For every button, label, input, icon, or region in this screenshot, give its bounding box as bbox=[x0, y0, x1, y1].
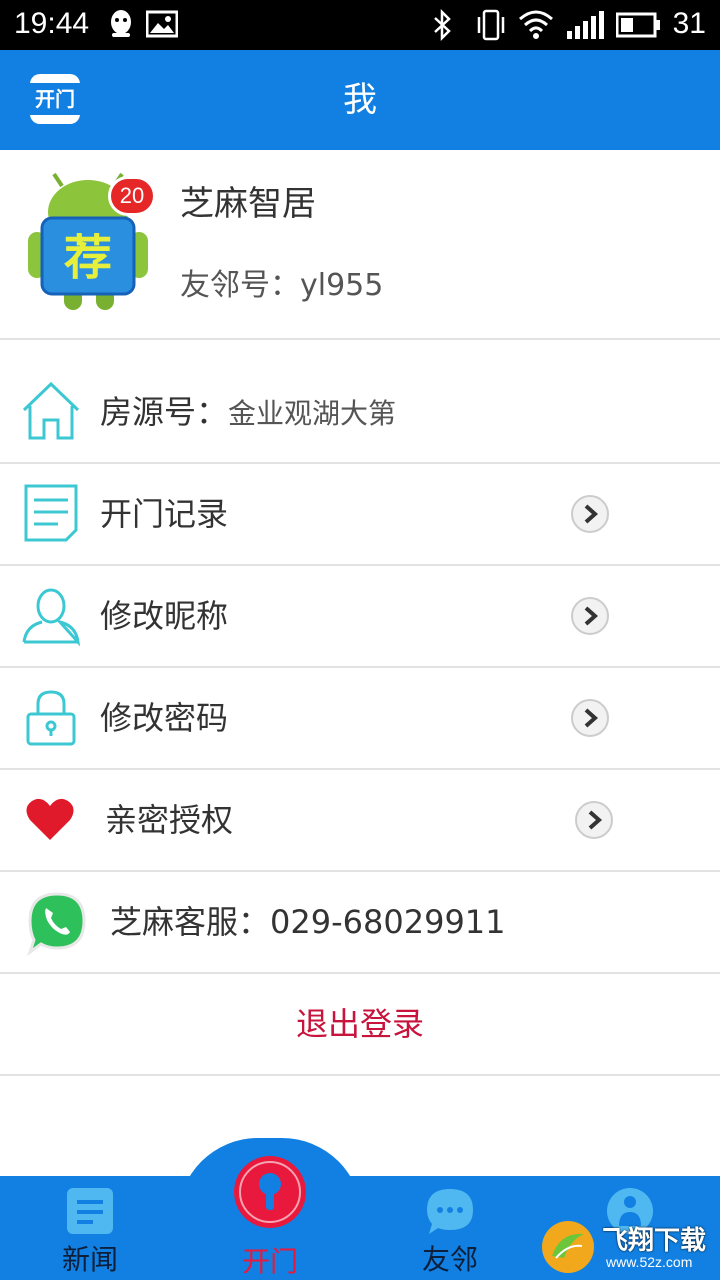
chevron-right-icon[interactable] bbox=[570, 596, 610, 636]
battery-level: 31 bbox=[672, 7, 706, 40]
record-list-icon bbox=[24, 484, 78, 542]
tab-news[interactable]: 新闻 bbox=[30, 1176, 150, 1280]
notification-badge: 20 bbox=[108, 176, 156, 216]
open-records-row[interactable]: 开门记录 bbox=[0, 464, 720, 566]
image-notification-icon bbox=[146, 10, 178, 38]
customer-service-label: 芝麻客服：029-68029911 bbox=[110, 872, 506, 972]
edit-nickname-label: 修改昵称 bbox=[100, 597, 229, 635]
svg-text:荐: 荐 bbox=[64, 230, 112, 286]
news-icon bbox=[67, 1188, 113, 1234]
bluetooth-icon bbox=[434, 9, 451, 41]
house-number-title: 房源号： bbox=[100, 393, 229, 431]
house-icon bbox=[22, 381, 80, 440]
house-number-label: 房源号：金业观湖大第 bbox=[100, 362, 396, 462]
customer-service-row[interactable]: 芝麻客服：029-68029911 bbox=[0, 872, 720, 974]
open-door-button[interactable] bbox=[228, 1150, 312, 1234]
change-password-row[interactable]: 修改密码 bbox=[0, 668, 720, 770]
chevron-right-icon[interactable] bbox=[570, 494, 610, 534]
user-icon bbox=[22, 588, 81, 646]
profile-name: 芝麻智居 bbox=[180, 184, 316, 224]
intimate-auth-label: 亲密授权 bbox=[105, 801, 234, 839]
tab-neighbors-label: 友邻 bbox=[421, 1243, 478, 1276]
chat-bubble-icon bbox=[427, 1189, 473, 1234]
battery-icon bbox=[616, 12, 660, 38]
house-number-value: 金业观湖大第 bbox=[228, 397, 397, 430]
signal-icon bbox=[567, 11, 604, 39]
status-bar: 19:44 31 bbox=[0, 0, 720, 50]
page-title: 我 bbox=[343, 80, 377, 120]
change-password-label: 修改密码 bbox=[100, 699, 229, 737]
profile-card[interactable]: 荐 芝麻智居 友邻号：yl955 bbox=[0, 150, 720, 340]
heart-icon bbox=[26, 798, 74, 840]
wifi-icon bbox=[519, 10, 553, 39]
edit-nickname-row[interactable]: 修改昵称 bbox=[0, 566, 720, 668]
app-bar: 我 开门 bbox=[0, 50, 720, 150]
tab-neighbors[interactable]: 友邻 bbox=[390, 1176, 510, 1280]
chevron-right-icon[interactable] bbox=[570, 698, 610, 738]
intimate-auth-row[interactable]: 亲密授权 bbox=[0, 770, 720, 872]
qq-notification-icon bbox=[111, 10, 131, 37]
logout-button[interactable]: 退出登录 bbox=[0, 974, 720, 1076]
status-time: 19:44 bbox=[14, 7, 90, 40]
chevron-right-icon[interactable] bbox=[574, 800, 614, 840]
watermark-url: www.52z.com bbox=[606, 1254, 693, 1270]
open-records-label: 开门记录 bbox=[100, 495, 229, 533]
tab-open-door-label[interactable]: 开门 bbox=[210, 1240, 330, 1280]
watermark-text: 飞翔下载 bbox=[602, 1226, 707, 1256]
app-logo[interactable]: 开门 bbox=[30, 74, 80, 124]
house-number-row: 房源号：金业观湖大第 bbox=[0, 362, 720, 464]
lock-icon bbox=[26, 690, 76, 746]
profile-user-id: 友邻号：yl955 bbox=[180, 268, 384, 303]
app-logo-text: 开门 bbox=[30, 83, 80, 115]
phone-chat-icon bbox=[27, 892, 86, 956]
customer-service-title: 芝麻客服： bbox=[110, 903, 271, 941]
vibrate-icon bbox=[477, 9, 505, 41]
customer-service-phone[interactable]: 029-68029911 bbox=[270, 903, 506, 941]
tab-news-label: 新闻 bbox=[61, 1243, 118, 1276]
